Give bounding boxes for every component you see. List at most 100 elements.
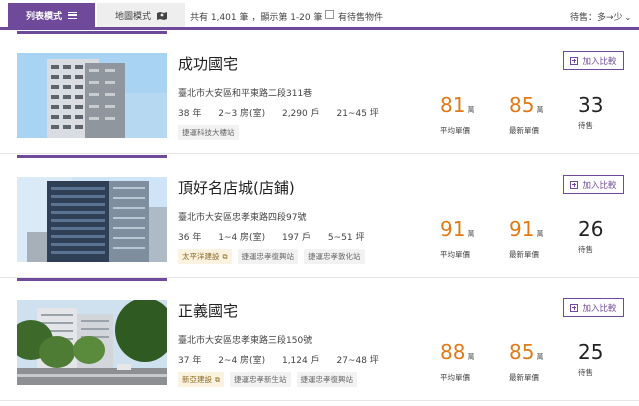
- add-to-compare-button[interactable]: 加入比較: [563, 175, 624, 194]
- for-sale-metric: 33 待售: [578, 93, 638, 131]
- building-age: 36 年: [178, 233, 202, 243]
- tag-list: 太平洋建設 ⧉ 捷運忠孝復興站 捷運忠孝敦化站: [178, 249, 365, 264]
- list-icon: [68, 11, 77, 19]
- listing-card[interactable]: 成功國宅 臺北市大安區和平東路二段311巷 38 年 2~3 房(室) 2,29…: [0, 31, 639, 154]
- listing-stats: 36 年 1~4 房(室) 197 戶 5~51 坪: [178, 230, 378, 243]
- latest-price-caption: 最新單價: [509, 373, 539, 382]
- mrt-station-tag[interactable]: 捷運忠孝復興站: [237, 249, 298, 264]
- add-to-compare-button[interactable]: 加入比較: [563, 298, 624, 317]
- tag-list: 捷運科技大樓站: [178, 125, 239, 140]
- compare-label: 加入比較: [582, 180, 617, 191]
- avg-price-caption: 平均單價: [440, 250, 470, 259]
- unit-label: 萬: [536, 353, 544, 361]
- avg-price-caption: 平均單價: [440, 373, 470, 382]
- avg-price-caption: 平均單價: [440, 126, 470, 135]
- room-layout: 1~4 房(室): [218, 233, 266, 243]
- building-age: 37 年: [178, 356, 202, 366]
- building-age: 38 年: [178, 109, 202, 119]
- card-accent: [17, 155, 167, 158]
- for-sale-caption: 待售: [578, 245, 593, 254]
- listing-name[interactable]: 正義國宅: [178, 300, 238, 321]
- avg-price-value: 91: [440, 217, 466, 241]
- tab-list-mode[interactable]: 列表模式: [8, 3, 95, 27]
- avg-price-metric: 81 萬 平均單價: [440, 93, 500, 136]
- card-accent: [17, 278, 167, 281]
- plus-box-icon: [570, 180, 579, 189]
- tab-map-mode[interactable]: 地圖模式: [97, 3, 185, 27]
- listing-name[interactable]: 頂好名店城(店鋪): [178, 177, 295, 198]
- unit-count: 1,124 戶: [281, 356, 320, 366]
- latest-price-metric: 91 萬 最新單價: [509, 217, 569, 260]
- unit-label: 萬: [467, 353, 475, 361]
- listing-photo[interactable]: [17, 177, 167, 262]
- latest-price-caption: 最新單價: [509, 250, 539, 259]
- map-icon: [157, 11, 167, 20]
- tab-list-label: 列表模式: [25, 11, 62, 22]
- for-sale-value: 33: [578, 93, 604, 117]
- builder-tag[interactable]: 新亞建設 ⧉: [178, 372, 224, 387]
- listing-stats: 38 年 2~3 房(室) 2,290 戶 21~45 坪: [178, 106, 393, 119]
- unit-count: 2,290 戶: [281, 109, 320, 119]
- avg-price-metric: 88 萬 平均單價: [440, 340, 500, 383]
- toolbar: 列表模式 地圖模式 共有 1,401 筆 ，顯示第 1-20 筆 有待售物件 待…: [0, 0, 639, 30]
- mrt-station-tag[interactable]: 捷運忠孝復興站: [296, 372, 357, 387]
- tab-map-label: 地圖模式: [114, 11, 151, 22]
- avg-price-value: 88: [440, 340, 466, 364]
- toolbar-underline: [0, 27, 639, 30]
- listing-address: 臺北市大安區忠孝東路四段97號: [178, 213, 307, 223]
- latest-price-value: 85: [509, 93, 535, 117]
- mrt-station-tag[interactable]: 捷運忠孝新生站: [230, 372, 291, 387]
- chevron-down-icon: ⌄: [624, 13, 632, 22]
- latest-price-caption: 最新單價: [509, 126, 539, 135]
- compare-label: 加入比較: [582, 303, 617, 314]
- for-sale-caption: 待售: [578, 368, 593, 377]
- floor-size: 5~51 坪: [327, 233, 365, 243]
- room-layout: 2~4 房(室): [218, 356, 266, 366]
- unit-label: 萬: [467, 230, 475, 238]
- avg-price-metric: 91 萬 平均單價: [440, 217, 500, 260]
- for-sale-metric: 25 待售: [578, 340, 638, 378]
- compare-label: 加入比較: [582, 56, 617, 67]
- floor-size: 21~45 坪: [336, 109, 379, 119]
- unit-count: 197 戶: [281, 233, 312, 243]
- plus-box-icon: [570, 56, 579, 65]
- builder-tag[interactable]: 太平洋建設 ⧉: [178, 249, 232, 264]
- listing-name[interactable]: 成功國宅: [178, 53, 238, 74]
- room-layout: 2~3 房(室): [218, 109, 266, 119]
- external-link-icon: ⧉: [222, 253, 228, 261]
- result-count: 共有 1,401 筆 ，顯示第 1-20 筆: [190, 10, 326, 23]
- latest-price-value: 91: [509, 217, 535, 241]
- unit-label: 萬: [467, 106, 475, 114]
- listing-stats: 37 年 2~4 房(室) 1,124 戶 27~48 坪: [178, 353, 393, 366]
- for-sale-value: 26: [578, 217, 604, 241]
- tag-list: 新亞建設 ⧉ 捷運忠孝新生站 捷運忠孝復興站: [178, 372, 357, 387]
- for-sale-value: 25: [578, 340, 604, 364]
- builder-name: 新亞建設: [182, 375, 212, 384]
- for-sale-checkbox[interactable]: [325, 10, 334, 19]
- plus-box-icon: [570, 303, 579, 312]
- listing-card[interactable]: 頂好名店城(店鋪) 臺北市大安區忠孝東路四段97號 36 年 1~4 房(室) …: [0, 155, 639, 278]
- external-link-icon: ⧉: [215, 376, 220, 384]
- unit-label: 萬: [536, 106, 544, 114]
- card-accent: [17, 31, 167, 34]
- mrt-station-tag[interactable]: 捷運科技大樓站: [178, 125, 239, 140]
- sort-dropdown[interactable]: 待售：多→少 ⌄: [570, 10, 631, 23]
- builder-name: 太平洋建設: [182, 252, 220, 261]
- mrt-station-tag[interactable]: 捷運忠孝敦化站: [304, 249, 365, 264]
- for-sale-metric: 26 待售: [578, 217, 638, 255]
- for-sale-checkbox-label[interactable]: 有待售物件: [338, 10, 383, 23]
- sort-label: 待售：多→少: [570, 13, 623, 23]
- latest-price-metric: 85 萬 最新單價: [509, 93, 569, 136]
- for-sale-caption: 待售: [578, 121, 593, 130]
- listing-address: 臺北市大安區忠孝東路三段150號: [178, 336, 313, 346]
- listing-address: 臺北市大安區和平東路二段311巷: [178, 89, 313, 99]
- listing-card[interactable]: 正義國宅 臺北市大安區忠孝東路三段150號 37 年 2~4 房(室) 1,12…: [0, 278, 639, 401]
- add-to-compare-button[interactable]: 加入比較: [563, 51, 624, 70]
- unit-label: 萬: [536, 230, 544, 238]
- latest-price-metric: 85 萬 最新單價: [509, 340, 569, 383]
- listing-photo[interactable]: [17, 300, 167, 385]
- floor-size: 27~48 坪: [336, 356, 379, 366]
- result-count-text: 共有 1,401 筆 ，顯示第 1-20 筆: [190, 13, 323, 23]
- latest-price-value: 85: [509, 340, 535, 364]
- listing-photo[interactable]: [17, 53, 167, 138]
